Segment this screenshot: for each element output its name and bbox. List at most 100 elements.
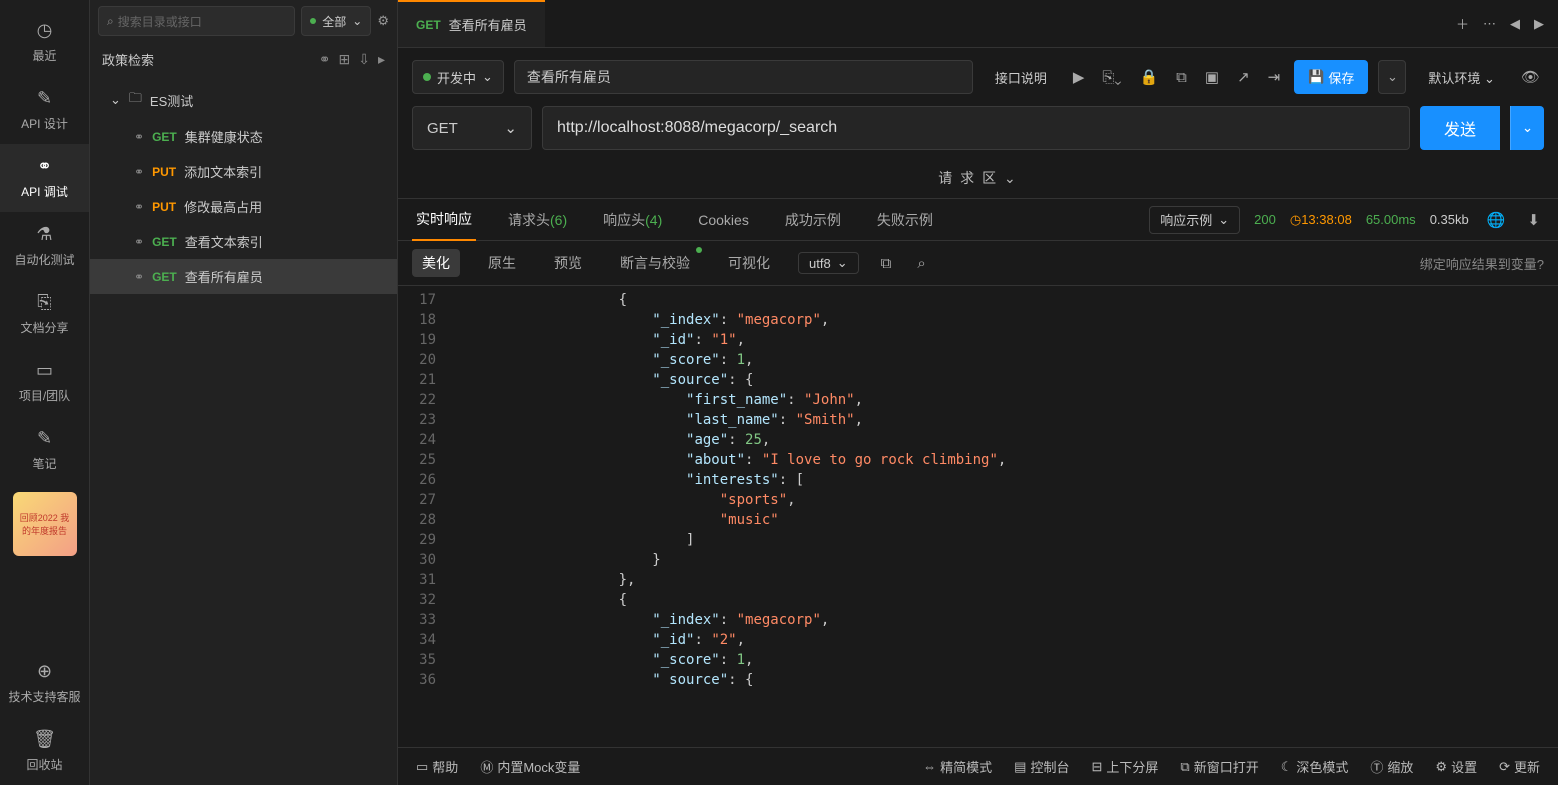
tree-item[interactable]: ⚭PUT修改最高占用	[90, 189, 397, 224]
api-doc-button[interactable]: 接口说明	[983, 60, 1059, 94]
folder-es-test[interactable]: ⌄ 🗀 ES测试	[90, 81, 397, 119]
flask-icon: ⚗	[4, 224, 85, 245]
rail-automation[interactable]: ⚗自动化测试	[0, 212, 89, 280]
api-name-input[interactable]	[514, 60, 973, 94]
promo-banner[interactable]: 回顾2022 我的年度报告	[13, 492, 77, 556]
save-dropdown[interactable]: ⌄	[1378, 60, 1406, 94]
import-icon[interactable]: ⇥	[1264, 68, 1285, 86]
clipboard-icon[interactable]: ⧉	[877, 255, 896, 272]
badge-dot-icon	[696, 247, 702, 253]
help-icon: ▭	[416, 759, 428, 775]
search-icon[interactable]: ⌕	[913, 255, 929, 272]
editor-line: 32 {	[398, 590, 1558, 610]
request-area-toggle[interactable]: 请 求 区 ⌄	[398, 162, 1558, 199]
editor-line: 31 },	[398, 570, 1558, 590]
sb-settings[interactable]: ⚙设置	[1435, 757, 1477, 776]
filter-select[interactable]: 全部 ⌄	[301, 6, 371, 36]
rail-docs[interactable]: ⎘文档分享	[0, 280, 89, 348]
download-icon[interactable]: ⇩	[358, 51, 370, 68]
tree-item[interactable]: ⚭GET集群健康状态	[90, 119, 397, 154]
view-preview[interactable]: 预览	[544, 249, 592, 277]
save-button[interactable]: 💾保存	[1294, 60, 1368, 94]
tab-cookies[interactable]: Cookies	[694, 202, 753, 238]
chevron-down-icon: ⌄	[837, 255, 848, 271]
window-icon[interactable]: ▣	[1201, 68, 1223, 86]
status-code: 200	[1254, 212, 1276, 227]
response-editor[interactable]: 17 {18 "_index": "megacorp",19 "_id": "1…	[398, 286, 1558, 747]
copy-icon[interactable]: ⧉	[1172, 69, 1191, 86]
export-icon[interactable]: ↗	[1233, 68, 1254, 86]
editor-line: 29 ]	[398, 530, 1558, 550]
prev-tab-icon[interactable]: ◀	[1510, 16, 1520, 32]
next-tab-icon[interactable]: ▶	[1534, 16, 1544, 32]
sb-zoom[interactable]: Ⓣ缩放	[1370, 757, 1413, 776]
tree-item[interactable]: ⚭GET查看文本索引	[90, 224, 397, 259]
globe-icon[interactable]: 🌐	[1483, 211, 1510, 229]
sb-mock[interactable]: Ⓜ内置Mock变量	[480, 757, 580, 776]
tab-realtime[interactable]: 实时响应	[412, 199, 476, 241]
rail-notes[interactable]: ✎笔记	[0, 416, 89, 484]
view-raw[interactable]: 原生	[478, 249, 526, 277]
view-pretty[interactable]: 美化	[412, 249, 460, 277]
link-icon[interactable]: ⚭	[319, 51, 331, 68]
bind-result-link[interactable]: 绑定响应结果到变量?	[1420, 254, 1544, 273]
gear-icon: ⚙	[1435, 759, 1447, 775]
editor-line: 22 "first_name": "John",	[398, 390, 1558, 410]
code-icon[interactable]: ⎘⌄	[1098, 69, 1125, 86]
status-select[interactable]: 开发中 ⌄	[412, 60, 504, 94]
view-visual[interactable]: 可视化	[718, 249, 780, 277]
tab-req-headers[interactable]: 请求头(6)	[504, 200, 571, 240]
run-icon[interactable]: ▶	[1069, 68, 1089, 86]
sb-split[interactable]: ⊟上下分屏	[1091, 757, 1158, 776]
sb-help[interactable]: ▭帮助	[416, 757, 458, 776]
plug-icon: ⚭	[4, 156, 85, 177]
rail-api-debug[interactable]: ⚭API 调试	[0, 144, 89, 212]
share-icon: ⎘	[4, 292, 85, 313]
lock-icon[interactable]: 🔒	[1135, 68, 1162, 86]
send-dropdown[interactable]: ⌄	[1510, 106, 1544, 150]
link-icon: ⚭	[134, 200, 144, 214]
encoding-select[interactable]: utf8⌄	[798, 252, 859, 274]
add-folder-icon[interactable]: ⊞	[339, 51, 351, 68]
view-assert[interactable]: 断言与校验	[610, 249, 700, 277]
rail-api-design[interactable]: ✎API 设计	[0, 76, 89, 144]
rail-project[interactable]: ▭项目/团队	[0, 348, 89, 416]
settings-icon[interactable]: ⚙	[377, 13, 389, 29]
save-icon: 💾	[1308, 69, 1324, 85]
rail-recent[interactable]: ◷最近	[0, 8, 89, 76]
tab-active[interactable]: GET 查看所有雇员	[398, 0, 545, 47]
tabbar: GET 查看所有雇员 ＋ ⋯ ◀ ▶	[398, 0, 1558, 48]
send-button[interactable]: 发送	[1420, 106, 1500, 150]
tab-success[interactable]: 成功示例	[781, 200, 845, 240]
eye-icon[interactable]: 👁	[1517, 68, 1544, 86]
response-sample-select[interactable]: 响应示例⌄	[1149, 206, 1240, 234]
more-icon[interactable]: ⋯	[1483, 16, 1496, 32]
url-input[interactable]	[542, 106, 1410, 150]
sb-newwin[interactable]: ⧉新窗口打开	[1180, 757, 1258, 776]
view-tabs: 美化 原生 预览 断言与校验 可视化 utf8⌄ ⧉ ⌕ 绑定响应结果到变量?	[398, 241, 1558, 286]
rail-support[interactable]: ⊕技术支持客服	[0, 649, 89, 717]
rail-trash[interactable]: 🗑回收站	[0, 717, 89, 785]
tab-failure[interactable]: 失败示例	[873, 200, 937, 240]
statusbar: ▭帮助 Ⓜ内置Mock变量 ⇔精简模式 ▤控制台 ⊟上下分屏 ⧉新窗口打开 ☾深…	[398, 747, 1558, 785]
sb-compact[interactable]: ⇔精简模式	[923, 757, 992, 776]
env-select[interactable]: 默认环境 ⌄	[1416, 60, 1507, 94]
download-icon[interactable]: ⬇	[1523, 211, 1544, 229]
search-input[interactable]: ⌕ 搜索目录或接口	[98, 6, 295, 36]
method-badge: GET	[152, 235, 177, 249]
add-tab-icon[interactable]: ＋	[1456, 14, 1469, 33]
tree-item[interactable]: ⚭GET查看所有雇员	[90, 259, 397, 294]
sb-console[interactable]: ▤控制台	[1014, 757, 1069, 776]
play-icon[interactable]: ▸	[378, 51, 385, 68]
breadcrumb[interactable]: 政策检索	[102, 50, 154, 69]
sb-refresh[interactable]: ⟳更新	[1499, 757, 1540, 776]
method-select[interactable]: GET ⌄	[412, 106, 532, 150]
editor-line: 33 "_index": "megacorp",	[398, 610, 1558, 630]
mock-icon: Ⓜ	[480, 757, 493, 776]
tree-item[interactable]: ⚭PUT添加文本索引	[90, 154, 397, 189]
newwin-icon: ⧉	[1180, 759, 1189, 775]
link-icon: ⚭	[134, 235, 144, 249]
sb-dark[interactable]: ☾深色模式	[1281, 757, 1349, 776]
clock-icon: ◷	[1290, 212, 1301, 227]
tab-resp-headers[interactable]: 响应头(4)	[599, 200, 666, 240]
